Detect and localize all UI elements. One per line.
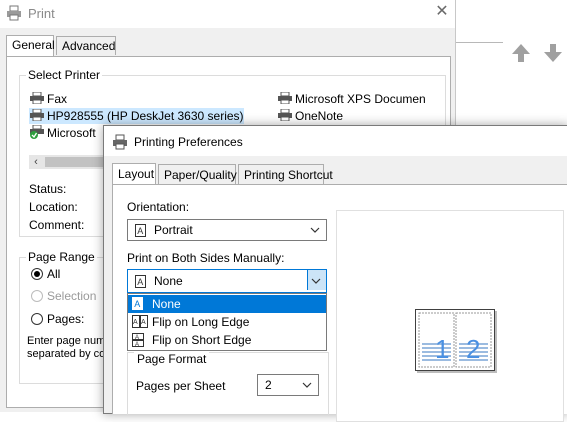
svg-text:A: A [133, 319, 138, 326]
portrait-icon: A [135, 224, 146, 240]
preview-page-1-number: 1 [435, 334, 450, 364]
radio-selection[interactable] [31, 290, 43, 302]
flip-short-edge-icon: AA [132, 333, 144, 352]
location-label: Location: [29, 200, 78, 214]
printer-name: Microsoft XPS Documen [295, 92, 426, 106]
printer-icon [277, 108, 293, 125]
arrow-up-icon[interactable] [510, 42, 532, 64]
tab-printing-shortcut[interactable]: Printing Shortcut [238, 164, 333, 184]
printer-item-hp[interactable]: HP928555 (HP DeskJet 3630 series) [29, 108, 244, 124]
duplex-option-long-edge[interactable]: AA Flip on Long Edge [128, 313, 326, 331]
chevron-down-icon [310, 274, 322, 288]
duplex-none-icon: A [135, 275, 146, 291]
duplex-dropdown-list: A None AA Flip on Long Edge AA Flip on S… [127, 293, 327, 351]
svg-text:A: A [134, 299, 140, 309]
orientation-select[interactable]: A Portrait [127, 219, 327, 241]
status-label: Status: [29, 182, 67, 196]
layout-preview: 1 2 [336, 210, 564, 422]
duplex-option-label: Flip on Short Edge [152, 333, 252, 347]
preview-page-2-number: 2 [466, 334, 481, 364]
arrow-down-icon[interactable] [542, 42, 564, 64]
duplex-option-short-edge[interactable]: AA Flip on Short Edge [128, 331, 326, 349]
radio-selection-label: Selection [47, 289, 97, 303]
printer-icon [112, 134, 128, 153]
duplex-label: Print on Both Sides Manually: [127, 251, 285, 265]
radio-pages-label: Pages: [47, 312, 85, 326]
printer-item-fax[interactable]: Fax [29, 91, 67, 107]
svg-text:A: A [137, 277, 143, 287]
background-divider [455, 42, 503, 43]
print-dialog-title: Print [28, 6, 55, 21]
print-titlebar: Print ✕ [0, 0, 455, 28]
scroll-left-icon[interactable]: ‹ [29, 155, 43, 169]
two-up-preview-icon [418, 312, 492, 368]
preferences-titlebar: Printing Preferences [104, 126, 567, 156]
page-format-label: Page Format [134, 352, 210, 366]
select-printer-label: Select Printer [26, 68, 103, 82]
printer-icon [277, 91, 293, 108]
page-preview: 1 2 [415, 309, 495, 371]
tab-advanced[interactable]: Advanced [56, 36, 116, 55]
duplex-option-label: Flip on Long Edge [152, 315, 250, 329]
close-icon[interactable]: ✕ [434, 4, 450, 20]
page-range-label: Page Range [26, 250, 97, 264]
radio-all[interactable] [31, 268, 43, 280]
pages-per-sheet-select[interactable]: 2 [257, 374, 319, 396]
svg-text:A: A [137, 226, 143, 236]
pages-per-sheet-value: 2 [265, 378, 272, 392]
printer-name: Fax [47, 92, 68, 106]
printer-icon [29, 91, 45, 108]
chevron-down-icon [301, 378, 313, 392]
duplex-value: None [154, 274, 183, 288]
radio-pages[interactable] [31, 313, 43, 325]
printing-preferences-dialog: Printing Preferences Layout Paper/Qualit… [103, 125, 567, 422]
preferences-title: Printing Preferences [134, 135, 243, 149]
radio-all-label: All [47, 267, 61, 281]
svg-text:A: A [135, 335, 139, 341]
tab-paper-quality[interactable]: Paper/Quality [158, 164, 237, 184]
page-range-hint-1: Enter page num [27, 335, 106, 347]
svg-text:A: A [135, 342, 139, 347]
printer-default-icon [29, 124, 45, 143]
printer-item-microsoft[interactable]: Microsoft [29, 124, 96, 143]
orientation-value: Portrait [154, 223, 193, 237]
tab-layout[interactable]: Layout [112, 163, 156, 185]
printer-item-xps[interactable]: Microsoft XPS Documen [277, 91, 426, 107]
printer-icon [6, 5, 22, 24]
printer-item-onenote[interactable]: OneNote [277, 108, 343, 124]
orientation-label: Orientation: [127, 200, 190, 214]
printer-icon [29, 108, 45, 125]
printer-name: HP928555 (HP DeskJet 3630 series) [47, 109, 244, 123]
duplex-option-label: None [152, 297, 181, 311]
comment-label: Comment: [29, 218, 85, 232]
tab-general[interactable]: General [6, 35, 55, 56]
duplex-select[interactable]: A None [127, 269, 327, 293]
printer-name: OneNote [295, 109, 344, 123]
page-range-hint-2: separated by co [27, 348, 106, 360]
duplex-option-none[interactable]: A None [128, 295, 326, 313]
chevron-down-icon [309, 223, 321, 237]
svg-text:A: A [141, 319, 146, 326]
printer-name: Microsoft [47, 126, 96, 141]
pages-per-sheet-label: Pages per Sheet [136, 379, 226, 393]
